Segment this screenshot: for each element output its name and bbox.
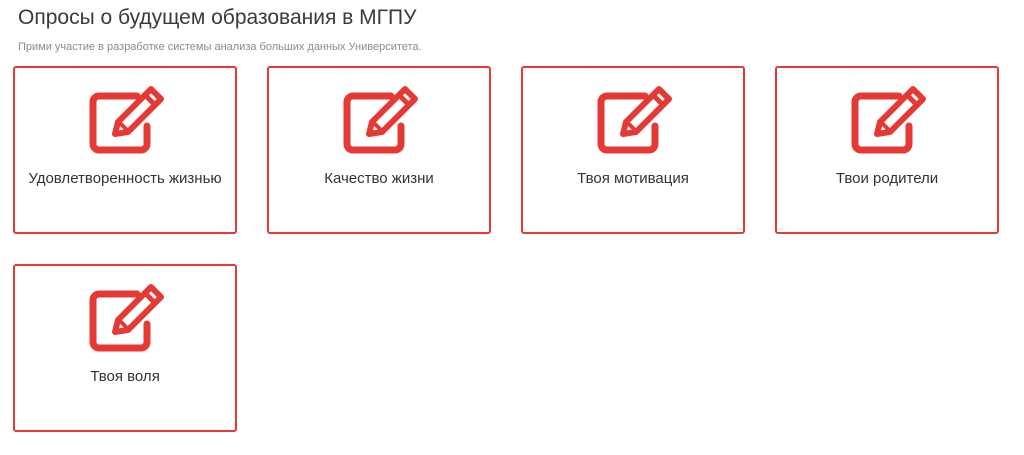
survey-card-label: Удовлетворенность жизнью bbox=[28, 170, 222, 187]
survey-card-label: Твоя мотивация bbox=[577, 170, 689, 187]
edit-icon bbox=[89, 86, 164, 154]
edit-icon bbox=[89, 284, 164, 352]
survey-card-life-satisfaction[interactable]: Удовлетворенность жизнью bbox=[13, 66, 237, 234]
page-title: Опросы о будущем образования в МГПУ bbox=[18, 6, 417, 29]
survey-card-label: Качество жизни bbox=[324, 170, 434, 187]
page-subtitle: Прими участие в разработке системы анали… bbox=[18, 41, 422, 53]
survey-card-label: Твоя воля bbox=[90, 368, 160, 385]
survey-card-parents[interactable]: Твои родители bbox=[775, 66, 999, 234]
survey-card-willpower[interactable]: Твоя воля bbox=[13, 264, 237, 432]
edit-icon bbox=[851, 86, 926, 154]
edit-icon bbox=[343, 86, 418, 154]
survey-card-label: Твои родители bbox=[835, 170, 939, 187]
survey-page: Опросы о будущем образования в МГПУ Прим… bbox=[0, 0, 1024, 455]
survey-card-motivation[interactable]: Твоя мотивация bbox=[521, 66, 745, 234]
edit-icon bbox=[597, 86, 672, 154]
survey-card-quality-of-life[interactable]: Качество жизни bbox=[267, 66, 491, 234]
